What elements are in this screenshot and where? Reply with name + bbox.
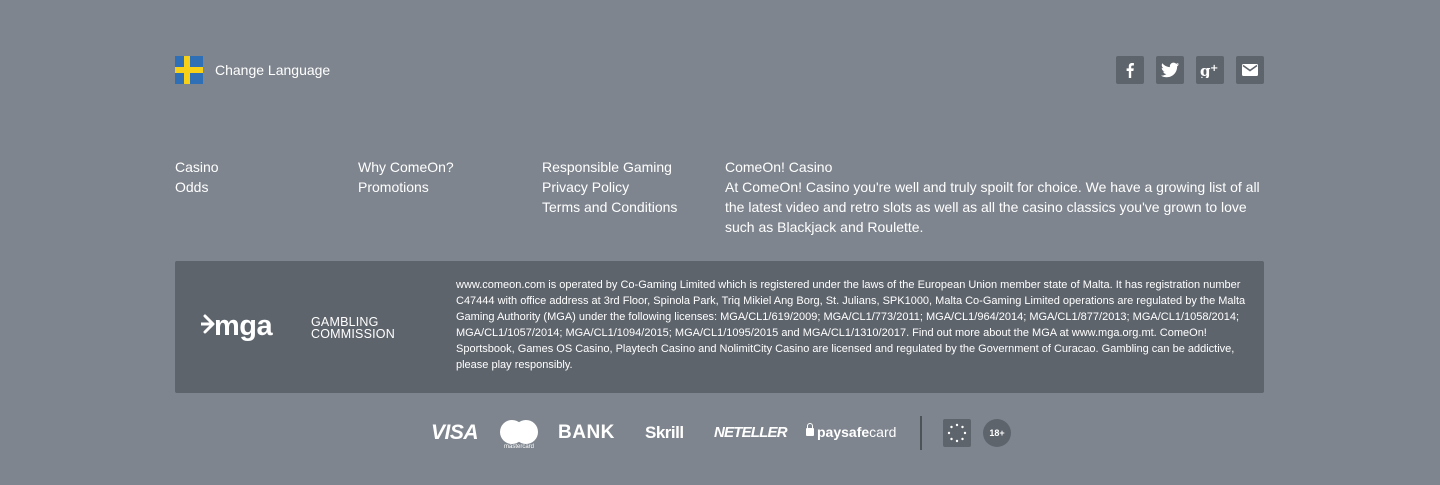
footer-column-2: Why ComeOn? Promotions [358,157,454,197]
about-title: ComeOn! Casino [725,159,833,175]
sweden-flag-icon [175,56,203,84]
age-restriction-badge[interactable]: 18+ [983,419,1011,447]
svg-text:+: + [1210,63,1218,74]
paysafecard-logo: paysafecard [806,423,896,440]
mastercard-logo: mastercard [499,418,539,452]
gambling-commission-line2: COMMISSION [311,327,395,341]
footer-link-odds[interactable]: Odds [175,177,219,197]
email-button[interactable] [1236,56,1264,84]
social-links: g + [1116,56,1264,84]
lock-icon [806,423,814,436]
footer-link-privacy-policy[interactable]: Privacy Policy [542,177,677,197]
footer: Change Language g + Casino Odds Why Come… [175,0,1264,485]
payments-divider [920,416,922,450]
google-plus-icon: g + [1200,62,1218,78]
twitter-icon [1161,62,1179,78]
license-text: www.comeon.com is operated by Co-Gaming … [456,279,1246,371]
gambling-commission-logo: GAMBLING COMMISSION [311,316,395,341]
facebook-button[interactable] [1116,56,1144,84]
facebook-icon [1126,63,1134,78]
footer-link-casino[interactable]: Casino [175,157,219,177]
twitter-button[interactable] [1156,56,1184,84]
mga-logo: mga [201,310,274,342]
visa-logo: VISA [431,421,479,444]
neteller-logo: NETELLER [714,424,788,441]
skrill-logo: Skrill [645,423,684,442]
svg-text:mga: mga [214,310,274,342]
footer-link-responsible-gaming[interactable]: Responsible Gaming [542,157,677,177]
mastercard-label: mastercard [503,444,534,450]
footer-link-why-comeon[interactable]: Why ComeOn? [358,157,454,177]
footer-link-terms-and-conditions[interactable]: Terms and Conditions [542,197,677,217]
footer-link-promotions[interactable]: Promotions [358,177,454,197]
about-section: ComeOn! Casino At ComeOn! Casino you're … [725,157,1265,237]
gamcare-icon[interactable] [943,419,971,447]
payment-methods: VISA mastercard BANK Skrill NETELLER pay… [175,416,1264,450]
bank-logo: BANK [558,422,615,443]
mail-icon [1242,64,1258,76]
footer-column-3: Responsible Gaming Privacy Policy Terms … [542,157,677,217]
license-panel: mga GAMBLING COMMISSION www.comeon.com i… [175,261,1264,393]
change-language-label: Change Language [215,62,331,78]
google-plus-button[interactable]: g + [1196,56,1224,84]
footer-column-1: Casino Odds [175,157,219,197]
change-language-button[interactable]: Change Language [175,56,330,84]
about-description: At ComeOn! Casino you're well and truly … [725,179,1260,235]
